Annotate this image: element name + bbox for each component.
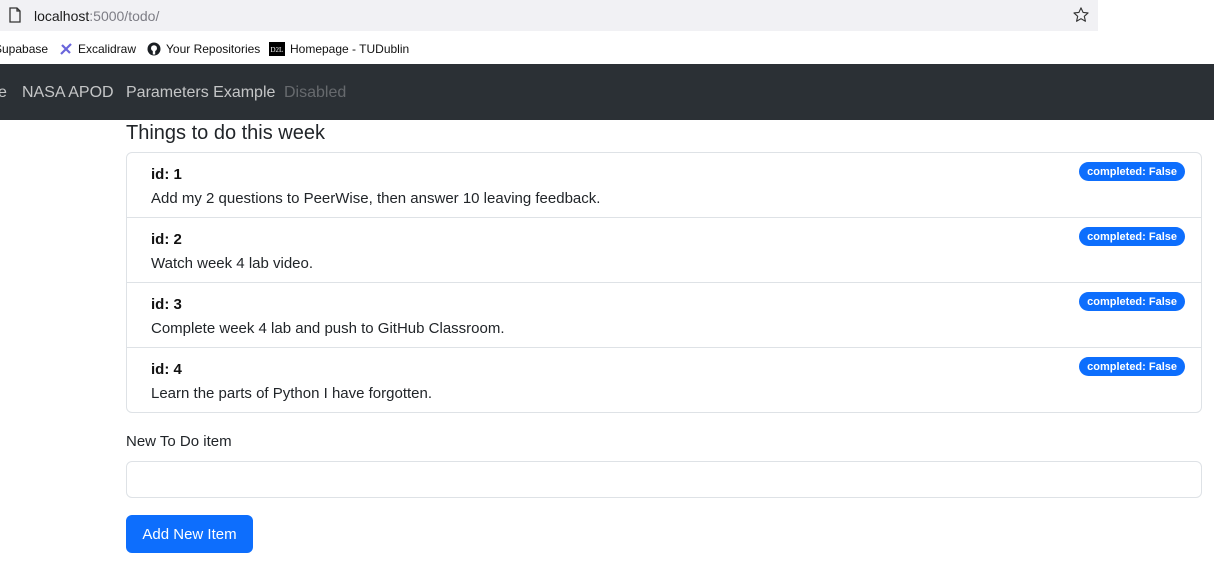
status-badge: completed: False	[1079, 292, 1185, 311]
excalidraw-icon	[60, 43, 72, 55]
page-title: Things to do this week	[126, 122, 325, 144]
nav-link-nasa-apod[interactable]: NASA APOD	[22, 84, 114, 102]
list-item: id: 1 Add my 2 questions to PeerWise, th…	[127, 153, 1201, 218]
new-todo-label: New To Do item	[126, 433, 232, 450]
list-item: id: 3 Complete week 4 lab and push to Gi…	[127, 283, 1201, 348]
todo-id: id: 3	[151, 296, 182, 313]
nav-link-disabled: Disabled	[284, 84, 347, 101]
todo-list: id: 1 Add my 2 questions to PeerWise, th…	[126, 152, 1202, 413]
github-icon	[147, 42, 161, 56]
list-item: id: 2 Watch week 4 lab video. completed:…	[127, 218, 1201, 283]
status-badge: completed: False	[1079, 357, 1185, 376]
bookmark-excalidraw[interactable]: Excalidraw	[59, 42, 136, 56]
nav-link-home[interactable]: e	[0, 84, 7, 102]
bookmark-your-repositories[interactable]: Your Repositories	[147, 42, 260, 56]
todo-text: Complete week 4 lab and push to GitHub C…	[151, 320, 505, 337]
todo-text: Watch week 4 lab video.	[151, 255, 314, 272]
todo-id: id: 2	[151, 231, 182, 248]
status-badge: completed: False	[1079, 227, 1185, 246]
todo-id: id: 4	[151, 361, 182, 378]
svg-text:D2L: D2L	[271, 46, 284, 54]
address-bar[interactable]: localhost:5000/todo/	[0, 0, 1098, 31]
bookmarks-bar: Supabase Excalidraw Your Repositories D2…	[0, 35, 1214, 63]
add-new-item-button[interactable]: Add New Item	[126, 515, 253, 553]
page-icon	[9, 7, 21, 23]
todo-id: id: 1	[151, 166, 182, 183]
navbar: e NASA APOD Parameters Example Disabled	[0, 64, 1214, 120]
nav-link-parameters-example[interactable]: Parameters Example	[126, 84, 275, 102]
status-badge: completed: False	[1079, 162, 1185, 181]
bookmark-supabase[interactable]: Supabase	[0, 42, 48, 56]
bookmark-star-icon[interactable]	[1072, 6, 1090, 24]
todo-text: Learn the parts of Python I have forgott…	[151, 385, 433, 402]
new-todo-input[interactable]	[126, 461, 1202, 498]
todo-text: Add my 2 questions to PeerWise, then ans…	[151, 190, 601, 207]
url-text[interactable]: localhost:5000/todo/	[34, 8, 159, 24]
bookmark-homepage-tudublin[interactable]: D2L Homepage - TUDublin	[269, 42, 409, 56]
d2l-icon: D2L	[269, 42, 285, 56]
list-item: id: 4 Learn the parts of Python I have f…	[127, 348, 1201, 412]
